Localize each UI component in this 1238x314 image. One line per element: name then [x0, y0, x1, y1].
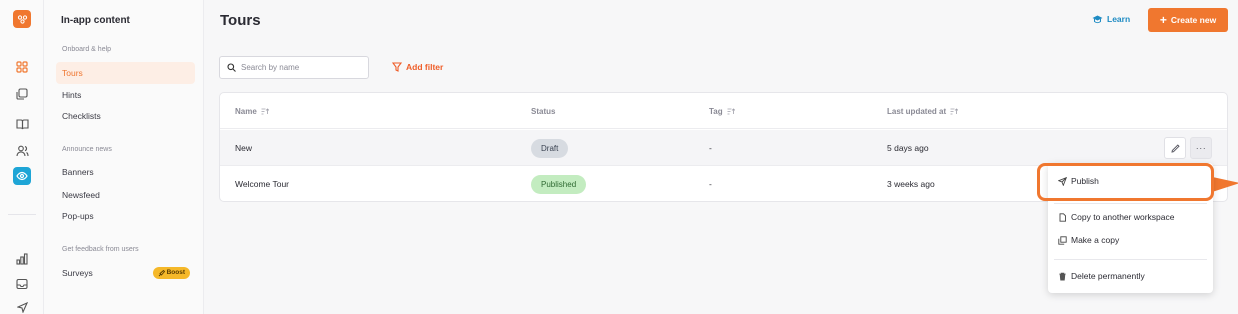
column-header-name[interactable]: Name	[235, 107, 269, 116]
sidebar-item-label: Pop-ups	[62, 211, 94, 221]
sort-icon	[950, 108, 959, 115]
learn-label: Learn	[1107, 14, 1131, 24]
column-header-label: Last updated at	[887, 107, 947, 116]
plus-icon: +	[1159, 13, 1167, 27]
learn-link[interactable]: Learn	[1092, 14, 1130, 24]
graduation-cap-icon	[1092, 15, 1103, 23]
book-icon[interactable]	[13, 115, 31, 133]
filter-icon	[392, 62, 402, 72]
copy-file-icon	[1059, 212, 1066, 222]
boost-badge: Boost	[152, 267, 190, 279]
menu-item-label: Make a copy	[1071, 235, 1120, 245]
add-filter-button[interactable]: Add filter	[392, 62, 443, 72]
sidebar-item-tours[interactable]: Tours	[56, 62, 195, 84]
status-badge-published: Published	[531, 175, 587, 194]
search-input[interactable]	[241, 63, 361, 72]
sidebar-title: In-app content	[61, 15, 130, 26]
duplicate-icon	[1058, 235, 1067, 245]
column-header-label: Tag	[709, 107, 723, 116]
menu-item-copy-workspace[interactable]: Copy to another workspace	[1058, 212, 1174, 222]
more-options-button[interactable]: ···	[1190, 137, 1212, 159]
column-header-tag[interactable]: Tag	[709, 107, 735, 116]
create-new-label: Create new	[1170, 15, 1217, 25]
pencil-icon	[1170, 143, 1180, 153]
eye-icon[interactable]	[13, 167, 31, 185]
menu-divider	[1054, 203, 1207, 204]
menu-divider	[1054, 259, 1207, 260]
section-label-onboard: Onboard & help	[62, 46, 112, 53]
sidebar-item-popups[interactable]: Pop-ups	[56, 205, 195, 227]
sidebar-item-surveys[interactable]: Surveys Boost	[56, 262, 195, 284]
dashboard-icon[interactable]	[13, 58, 31, 76]
table-header: Name Status Tag Last updated at	[220, 93, 1227, 129]
content-sidebar: In-app content Onboard & help Tours Hint…	[44, 0, 204, 314]
sidebar-item-label: Surveys	[62, 268, 93, 278]
rail-divider	[8, 214, 36, 215]
menu-item-make-copy[interactable]: Make a copy	[1058, 235, 1119, 245]
status-badge-draft: Draft	[531, 139, 569, 158]
chart-icon[interactable]	[13, 250, 31, 268]
section-label-feedback: Get feedback from users	[62, 246, 139, 253]
sidebar-item-label: Banners	[62, 167, 94, 177]
users-icon[interactable]	[13, 142, 31, 160]
column-header-label: Name	[235, 107, 257, 116]
sidebar-item-banners[interactable]: Banners	[56, 161, 195, 183]
menu-item-label: Delete permanently	[1071, 271, 1145, 281]
sidebar-item-label: Newsfeed	[62, 190, 100, 200]
row-updated: 5 days ago	[887, 143, 929, 153]
sidebar-item-checklists[interactable]: Checklists	[56, 105, 195, 127]
boost-badge-label: Boost	[166, 269, 185, 276]
add-filter-label: Add filter	[406, 62, 444, 72]
create-new-button[interactable]: + Create new	[1148, 8, 1228, 32]
sort-icon	[727, 108, 735, 115]
ellipsis-icon: ···	[1195, 143, 1207, 153]
logo-icon[interactable]	[13, 10, 31, 28]
search-icon	[227, 63, 236, 72]
search-field[interactable]	[219, 56, 369, 79]
column-header-updated[interactable]: Last updated at	[887, 107, 959, 116]
row-name: Welcome Tour	[235, 179, 290, 189]
row-tag: -	[709, 143, 712, 153]
sidebar-item-label: Checklists	[62, 111, 101, 121]
column-header-label: Status	[531, 107, 556, 116]
menu-item-delete[interactable]: Delete permanently	[1058, 271, 1145, 281]
edit-button[interactable]	[1164, 137, 1186, 159]
layers-icon[interactable]	[13, 85, 31, 103]
row-updated: 3 weeks ago	[887, 179, 935, 189]
column-header-status: Status	[531, 107, 555, 116]
trash-icon	[1059, 272, 1066, 280]
inbox-icon[interactable]	[13, 275, 31, 293]
icon-rail	[0, 0, 44, 314]
section-label-announce: Announce news	[62, 146, 112, 153]
sidebar-item-label: Hints	[62, 90, 82, 100]
publish-highlight-box	[1037, 163, 1214, 201]
sort-icon	[261, 108, 269, 115]
sidebar-item-newsfeed[interactable]: Newsfeed	[56, 184, 195, 206]
rocket-icon	[158, 269, 165, 276]
menu-item-label: Copy to another workspace	[1071, 212, 1175, 222]
send-icon[interactable]	[13, 298, 31, 314]
sidebar-item-hints[interactable]: Hints	[56, 84, 195, 106]
row-tag: -	[709, 179, 712, 189]
row-name: New	[235, 143, 253, 153]
table-row[interactable]: New Draft - 5 days ago ···	[220, 130, 1227, 166]
page-title: Tours	[220, 12, 261, 29]
sidebar-item-label: Tours	[62, 68, 83, 78]
